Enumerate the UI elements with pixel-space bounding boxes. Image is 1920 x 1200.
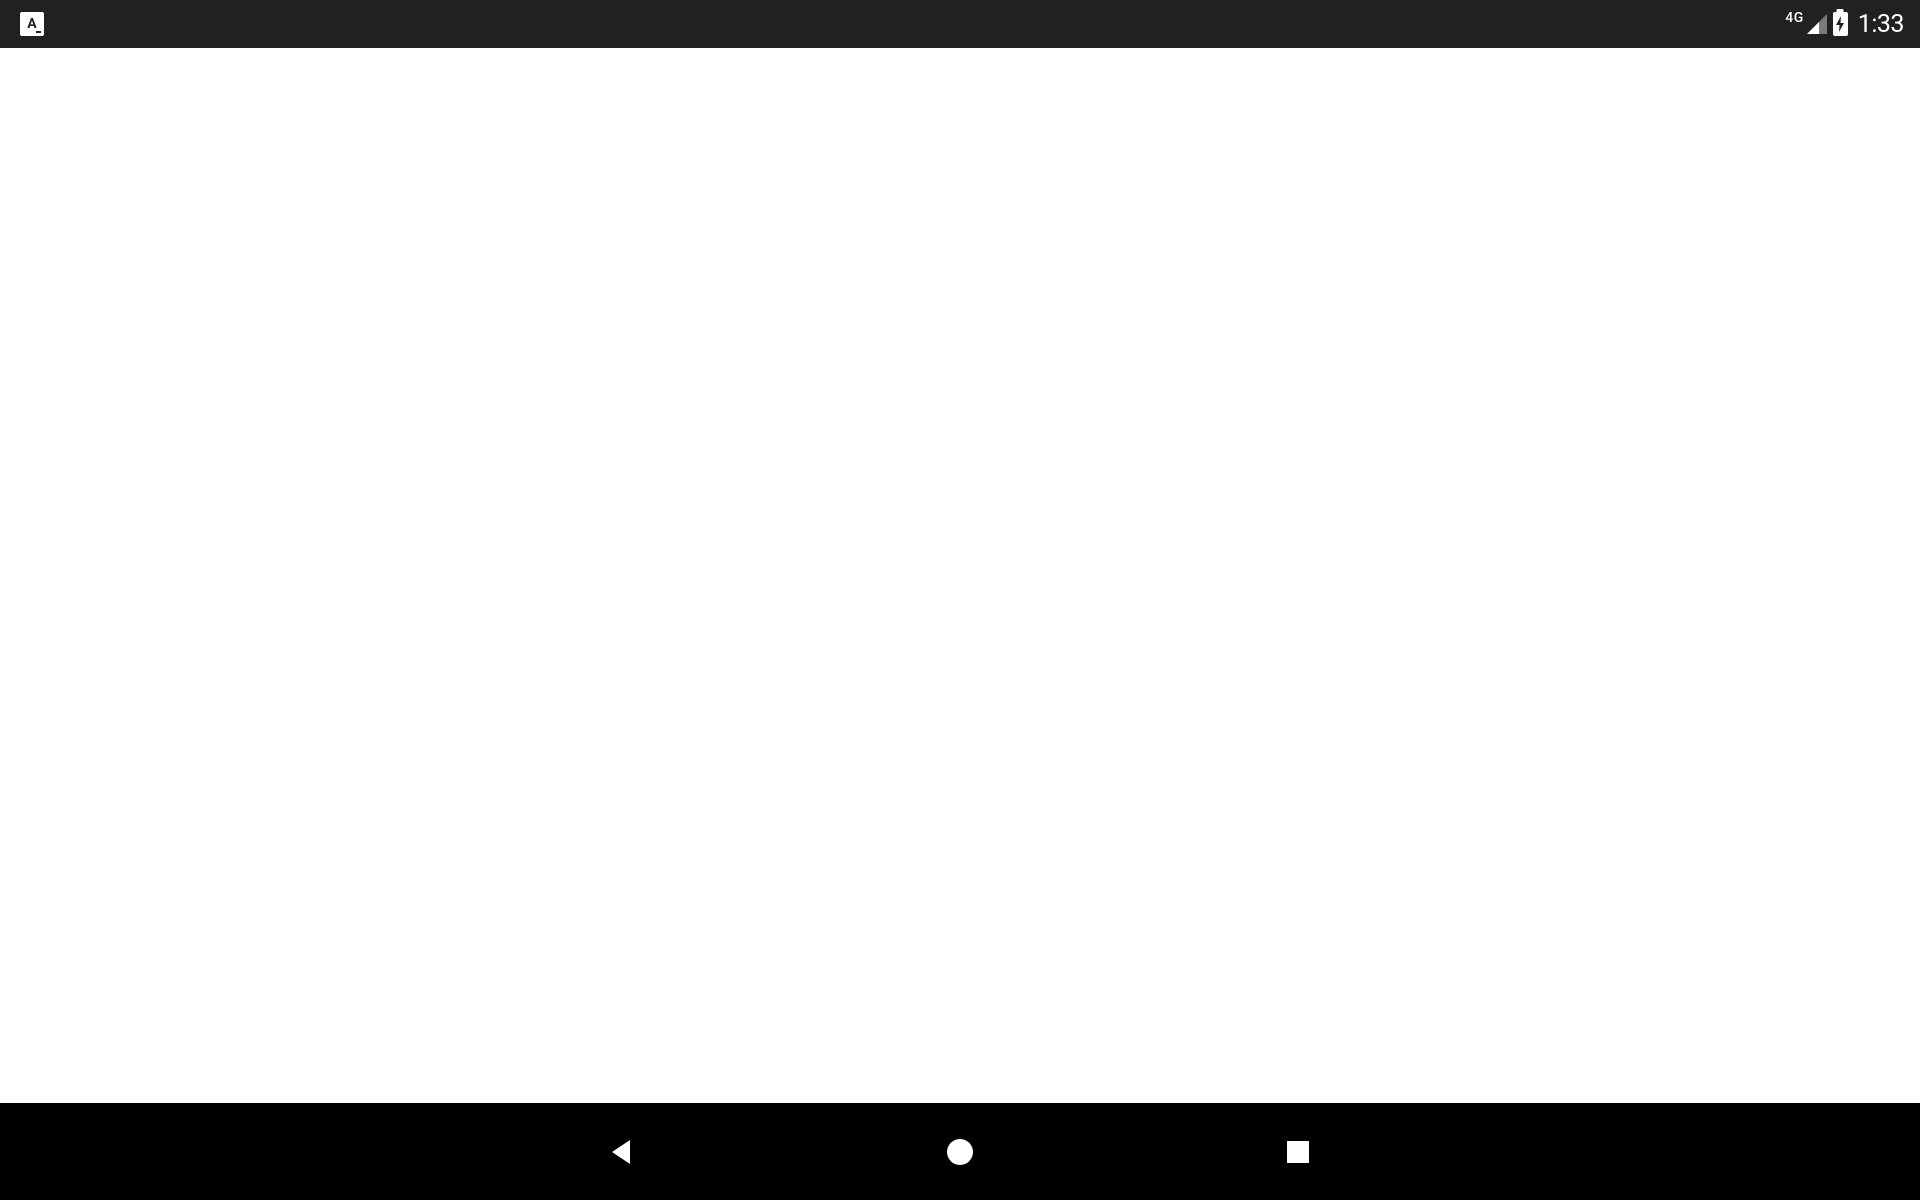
home-circle-icon [945, 1137, 975, 1167]
keyboard-indicator-letter: A [27, 16, 36, 32]
status-bar-left: A [20, 12, 44, 36]
keyboard-language-icon: A [20, 12, 44, 36]
recent-apps-square-icon [1285, 1139, 1311, 1165]
lightning-bolt-icon [1835, 16, 1845, 32]
navigation-bar [0, 1103, 1920, 1200]
cellular-signal-icon [1807, 14, 1827, 34]
status-bar-clock: 1:33 [1858, 10, 1904, 39]
home-button[interactable] [936, 1128, 984, 1176]
status-bar[interactable]: A 4G 1:33 [0, 0, 1920, 48]
recent-apps-button[interactable] [1274, 1128, 1322, 1176]
battery-charging-icon [1833, 12, 1848, 36]
back-button[interactable] [598, 1128, 646, 1176]
status-bar-right: 4G 1:33 [1785, 10, 1904, 39]
network-type-label: 4G [1785, 10, 1804, 26]
app-content-area [0, 48, 1920, 1103]
back-triangle-icon [608, 1138, 636, 1166]
